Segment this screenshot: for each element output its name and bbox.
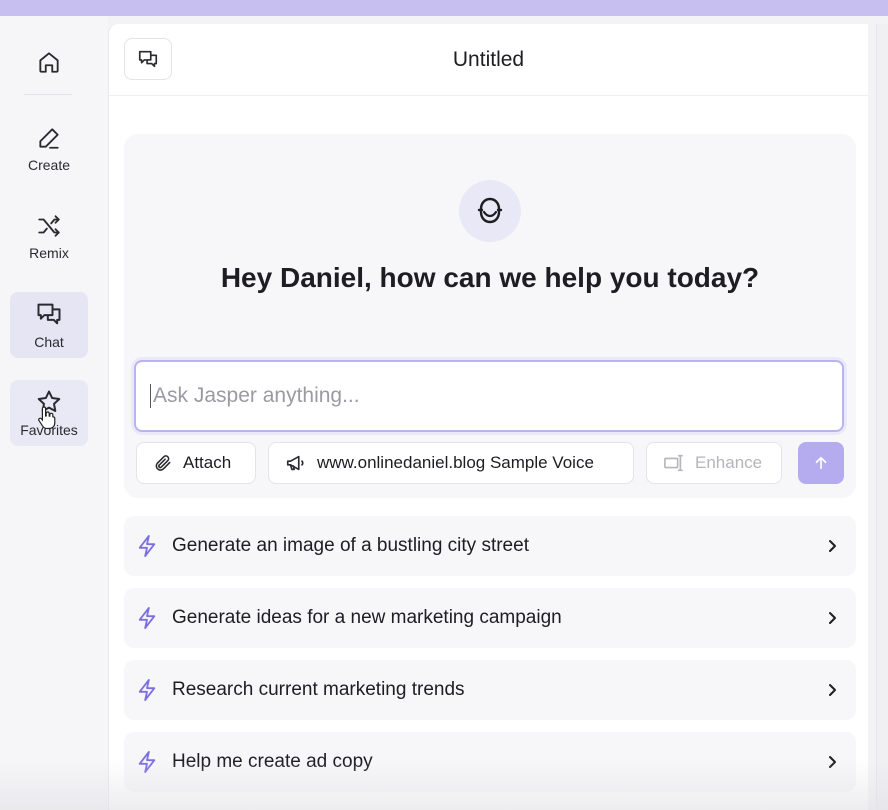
pen-icon	[39, 128, 59, 149]
jasper-avatar	[459, 180, 521, 242]
suggestion-list: Generate an image of a bustling city str…	[124, 516, 856, 804]
chat-header: Untitled	[109, 24, 868, 96]
chat-start-panel: Hey Daniel, how can we help you today? A…	[124, 134, 856, 498]
chevron-right-icon	[822, 610, 842, 626]
home-button[interactable]	[27, 42, 71, 82]
hand-cursor-icon	[37, 405, 57, 434]
suggestion-text: Research current marketing trends	[172, 679, 465, 700]
paperclip-icon	[155, 455, 171, 471]
prompt-input-container	[134, 360, 844, 432]
chat-icon	[37, 303, 61, 325]
arrow-up-icon	[815, 456, 827, 470]
suggestion-item[interactable]: Help me create ad copy	[124, 732, 856, 792]
top-accent-bar	[0, 0, 888, 16]
sidebar-item-remix[interactable]: Remix	[10, 204, 88, 270]
shuffle-icon	[38, 215, 60, 237]
greeting-heading: Hey Daniel, how can we help you today?	[220, 262, 760, 293]
page-title: Untitled	[452, 47, 525, 71]
enhance-label: Enhance	[695, 453, 763, 472]
lightning-icon	[136, 750, 162, 774]
send-button[interactable]	[798, 442, 844, 484]
right-panel-edge	[876, 24, 888, 810]
sidebar-item-chat[interactable]: Chat	[10, 292, 88, 358]
megaphone-icon	[286, 455, 304, 471]
enhance-icon	[664, 454, 683, 472]
sidebar-item-label: Remix	[29, 245, 69, 261]
home-icon	[39, 52, 59, 73]
attach-button[interactable]: Attach	[136, 442, 256, 484]
suggestion-text: Generate ideas for a new marketing campa…	[172, 607, 562, 628]
lightning-icon	[136, 678, 162, 702]
attach-label: Attach	[183, 453, 232, 472]
suggestion-item[interactable]: Generate an image of a bustling city str…	[124, 516, 856, 576]
sidebar-divider	[24, 94, 72, 95]
lightning-icon	[136, 606, 162, 630]
sidebar-item-label: Chat	[34, 334, 64, 350]
main-panel: Untitled Hey Daniel, how can we help you…	[108, 24, 868, 810]
suggestion-text: Generate an image of a bustling city str…	[172, 535, 529, 556]
suggestion-item[interactable]: Research current marketing trends	[124, 660, 856, 720]
chevron-right-icon	[822, 754, 842, 770]
jasper-logo-icon	[477, 197, 503, 224]
sidebar-item-label: Create	[27, 157, 71, 173]
chevron-right-icon	[822, 682, 842, 698]
prompt-input[interactable]	[150, 384, 828, 408]
enhance-button[interactable]: Enhance	[646, 442, 782, 484]
new-chat-button[interactable]	[124, 38, 172, 80]
sidebar-item-create[interactable]: Create	[10, 116, 88, 182]
suggestion-item[interactable]: Generate ideas for a new marketing campa…	[124, 588, 856, 648]
brand-voice-button[interactable]: www.onlinedaniel.blog Sample Voice	[268, 442, 634, 484]
chat-icon	[138, 50, 158, 68]
suggestion-text: Help me create ad copy	[172, 751, 373, 772]
brand-voice-label: www.onlinedaniel.blog Sample Voice	[317, 453, 594, 472]
lightning-icon	[136, 534, 162, 558]
chevron-right-icon	[822, 538, 842, 554]
